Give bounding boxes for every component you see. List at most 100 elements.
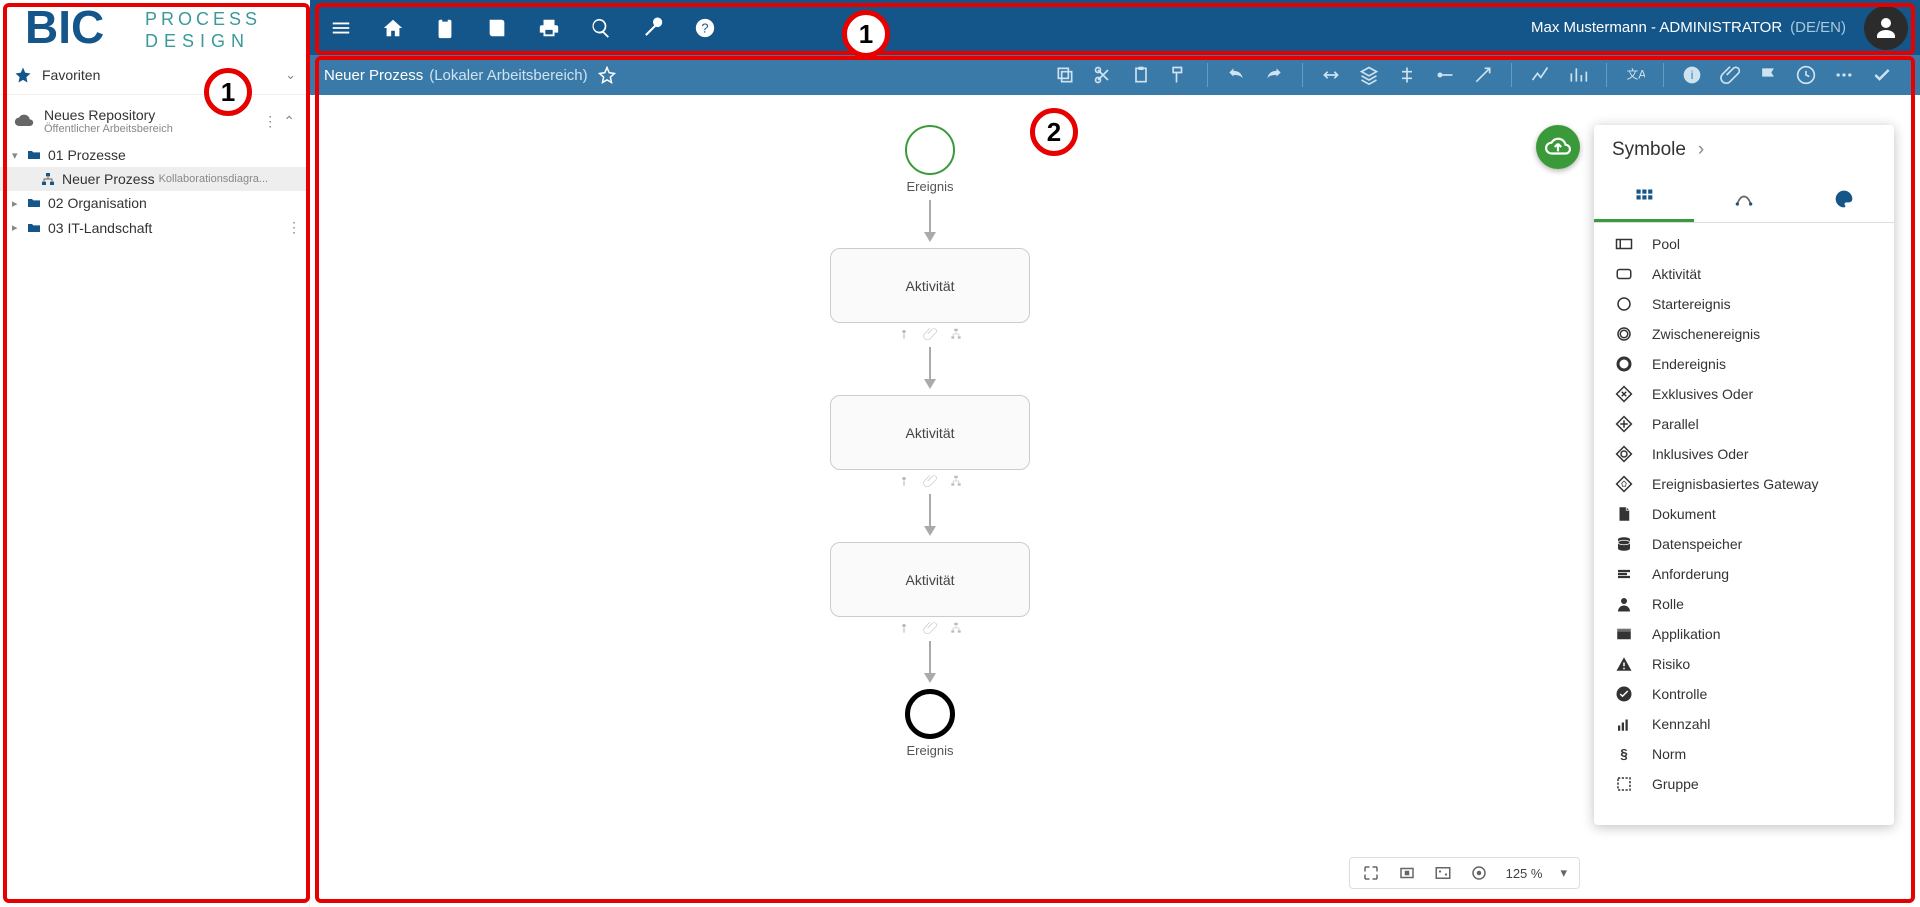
symbol-item-startereignis[interactable]: Startereignis (1594, 289, 1894, 319)
symbol-item-ereignisbasiertes-gateway[interactable]: Ereignisbasiertes Gateway (1594, 469, 1894, 499)
fit-width-icon[interactable] (1398, 864, 1416, 882)
symbol-item-anforderung[interactable]: Anforderung (1594, 559, 1894, 589)
symbol-item-datenspeicher[interactable]: Datenspeicher (1594, 529, 1894, 559)
cut-icon[interactable] (1093, 65, 1113, 85)
tree-item-neuer-prozess[interactable]: Neuer Prozess Kollaborationsdiagra... (0, 167, 309, 191)
breadcrumb-title: Neuer Prozess (324, 67, 423, 84)
translate-icon[interactable]: 文A (1625, 65, 1645, 85)
symbol-item-parallel[interactable]: Parallel (1594, 409, 1894, 439)
symbols-tab-flow[interactable] (1694, 175, 1794, 222)
user-label: Max Mustermann - ADMINISTRATOR (1531, 19, 1782, 36)
activity-node-1[interactable]: Aktivität (830, 248, 1030, 323)
folder-icon (26, 220, 42, 236)
undo-icon[interactable] (1226, 65, 1246, 85)
symbols-tab-grid[interactable] (1594, 175, 1694, 222)
avatar[interactable] (1864, 6, 1908, 50)
fullscreen-icon[interactable] (1362, 864, 1380, 882)
favorite-toggle-icon[interactable] (598, 66, 616, 84)
connector-icon[interactable] (1435, 65, 1455, 85)
canvas[interactable]: Ereignis Aktivität Aktivität Aktivität E… (310, 95, 1920, 907)
flag-icon[interactable] (1758, 65, 1778, 85)
copy-icon[interactable] (1055, 65, 1075, 85)
help-icon[interactable]: ? (694, 17, 716, 39)
symbols-panel: Symbole › PoolAktivitätStartereignisZwis… (1594, 125, 1894, 825)
more-icon[interactable] (1834, 65, 1854, 85)
end-event-node[interactable] (905, 689, 955, 739)
symbol-item-gruppe[interactable]: Gruppe (1594, 769, 1894, 799)
svg-text:i: i (1691, 69, 1694, 82)
magic-icon[interactable] (1473, 65, 1493, 85)
symbol-item-endereignis[interactable]: Endereignis (1594, 349, 1894, 379)
svg-text:§: § (1620, 747, 1628, 762)
chevron-right-icon[interactable]: › (1698, 139, 1704, 161)
symbol-item-norm[interactable]: §Norm (1594, 739, 1894, 769)
symbol-item-inklusives-oder[interactable]: Inklusives Oder (1594, 439, 1894, 469)
attachment-icon[interactable] (1720, 65, 1740, 85)
tree-item-prozesse[interactable]: ▾ 01 Prozesse (0, 143, 309, 167)
symbol-item-zwischenereignis[interactable]: Zwischenereignis (1594, 319, 1894, 349)
layers-icon[interactable] (1359, 65, 1379, 85)
save-cloud-button[interactable] (1536, 125, 1580, 169)
folder-icon (26, 195, 42, 211)
repo-header[interactable]: Neues Repository Öffentlicher Arbeitsber… (0, 99, 309, 143)
activity-node-2[interactable]: Aktivität (830, 395, 1030, 470)
breadcrumb-workspace: (Lokaler Arbeitsbereich) (429, 67, 587, 84)
start-event-node[interactable] (905, 125, 955, 175)
chevron-up-icon[interactable]: ⌃ (283, 113, 295, 130)
svg-text:PROCESS: PROCESS (145, 9, 261, 29)
symbol-item-kontrolle[interactable]: Kontrolle (1594, 679, 1894, 709)
symbol-item-pool[interactable]: Pool (1594, 229, 1894, 259)
chevron-down-icon[interactable]: ⌄ (285, 67, 296, 83)
home-icon[interactable] (382, 17, 404, 39)
chart-icon[interactable] (1568, 65, 1588, 85)
header-bar: ? Max Mustermann - ADMINISTRATOR (DE/EN) (310, 0, 1920, 55)
favorites-header[interactable]: Favoriten ⌄ (0, 55, 310, 95)
fit-page-icon[interactable] (1434, 864, 1452, 882)
symbol-item-aktivität[interactable]: Aktivität (1594, 259, 1894, 289)
print-icon[interactable] (538, 17, 560, 39)
cloud-icon (14, 111, 34, 131)
symbol-item-risiko[interactable]: Risiko (1594, 649, 1894, 679)
svg-text:文A: 文A (1627, 67, 1645, 81)
wrench-icon[interactable] (642, 17, 664, 39)
activity-node-3[interactable]: Aktivität (830, 542, 1030, 617)
book-icon[interactable] (486, 17, 508, 39)
line-icon[interactable] (1530, 65, 1550, 85)
sidebar: Neues Repository Öffentlicher Arbeitsber… (0, 95, 310, 907)
resize-icon[interactable] (1321, 65, 1341, 85)
check-icon[interactable] (1872, 65, 1892, 85)
format-painter-icon[interactable] (1169, 65, 1189, 85)
symbol-item-rolle[interactable]: Rolle (1594, 589, 1894, 619)
start-event-label: Ereignis (730, 179, 1130, 194)
symbol-item-kennzahl[interactable]: Kennzahl (1594, 709, 1894, 739)
menu-icon[interactable] (330, 17, 352, 39)
target-icon[interactable] (1470, 864, 1488, 882)
align-icon[interactable] (1397, 65, 1417, 85)
symbol-item-applikation[interactable]: Applikation (1594, 619, 1894, 649)
redo-icon[interactable] (1264, 65, 1284, 85)
tree-item-organisation[interactable]: ▸ 02 Organisation (0, 191, 309, 215)
folder-open-icon (26, 147, 42, 163)
history-icon[interactable] (1796, 65, 1816, 85)
callout-2: 2 (1030, 108, 1078, 156)
tree-item-menu-icon[interactable]: ⋮ (287, 219, 301, 236)
zoom-dropdown-icon[interactable]: ▾ (1560, 865, 1567, 881)
clipboard-icon[interactable] (434, 17, 456, 39)
info-icon[interactable]: i (1682, 65, 1702, 85)
symbols-title: Symbole (1612, 139, 1686, 161)
lang-label[interactable]: (DE/EN) (1790, 19, 1846, 36)
symbol-item-exklusives-oder[interactable]: Exklusives Oder (1594, 379, 1894, 409)
end-event-label: Ereignis (730, 743, 1130, 758)
symbols-tab-palette[interactable] (1794, 175, 1894, 222)
repo-menu-icon[interactable]: ⋮ (263, 113, 283, 130)
zoom-level[interactable]: 125 % (1506, 866, 1543, 881)
svg-text:DESIGN: DESIGN (145, 31, 250, 51)
search-icon[interactable] (590, 17, 612, 39)
diagram-icon (40, 171, 56, 187)
zoom-toolbar: 125 % ▾ (1349, 857, 1580, 889)
repo-name: Neues Repository (44, 107, 173, 123)
paste-icon[interactable] (1131, 65, 1151, 85)
tree-item-it-landschaft[interactable]: ▸ 03 IT-Landschaft ⋮ (0, 215, 309, 240)
breadcrumb-bar: Neuer Prozess (Lokaler Arbeitsbereich) (310, 55, 1920, 95)
symbol-item-dokument[interactable]: Dokument (1594, 499, 1894, 529)
